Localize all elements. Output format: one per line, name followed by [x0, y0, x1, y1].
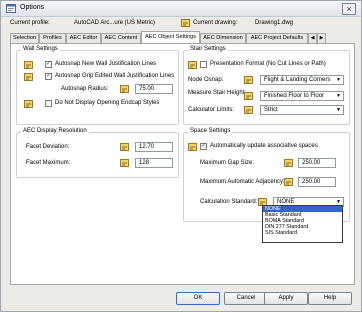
wall-settings-group: Wall Settings ✓ Autosnap New Wall Justif…: [16, 46, 179, 125]
wall-settings-title: Wall Settings: [21, 46, 60, 52]
node-osnap-select[interactable]: Flight & Landing Corners ▼: [260, 75, 344, 85]
auto-update-spaces-checkbox[interactable]: ✓: [200, 143, 207, 150]
autosnap-grip-wall-checkbox[interactable]: ✓: [45, 73, 52, 80]
facet-deviation-label: Facet Deviation:: [26, 144, 70, 150]
auto-update-spaces-label: Automatically update associative spaces: [210, 143, 318, 149]
calculation-standard-label: Calculation Standard:: [200, 199, 258, 205]
profile-property-icon: [24, 99, 33, 108]
profile-property-icon: [24, 60, 33, 69]
presentation-format-checkbox[interactable]: [200, 61, 207, 68]
drawing-property-icon: [120, 142, 129, 151]
tab-aec-content[interactable]: AEC Content: [101, 33, 141, 43]
chevron-down-icon: ▼: [336, 107, 341, 113]
max-adjacency-input[interactable]: 250.00: [298, 177, 336, 187]
dropdown-option-sis[interactable]: SIS Standard: [263, 230, 342, 236]
current-profile-value: AutoCAD Arc...ure (US Metric): [74, 20, 156, 26]
measure-stair-height-value: Finished Floor to Floor: [264, 93, 325, 99]
profile-property-icon: [188, 142, 197, 151]
measure-stair-height-select[interactable]: Finished Floor to Floor ▼: [260, 91, 344, 101]
drawing-icon: [181, 18, 190, 27]
drawing-property-icon: [284, 158, 293, 167]
drawing-property-icon: [120, 84, 129, 93]
node-osnap-value: Flight & Landing Corners: [264, 77, 331, 83]
autosnap-new-wall-label: Autosnap New Wall Justification Lines: [55, 61, 157, 67]
autosnap-new-wall-checkbox[interactable]: ✓: [45, 61, 52, 68]
autosnap-radius-label: Autosnap Radius:: [61, 86, 109, 92]
drawing-property-icon: [120, 158, 129, 167]
title-bar: Options ×: [1, 1, 361, 17]
tab-aec-object-settings[interactable]: AEC Object Settings: [141, 31, 200, 43]
current-drawing-label: Current drawing:: [193, 20, 238, 26]
tab-aec-project-defaults[interactable]: AEC Project Defaults: [246, 33, 308, 43]
profile-property-icon: [244, 105, 253, 114]
tab-selection[interactable]: Selection: [10, 33, 39, 43]
tab-profiles[interactable]: Profiles: [39, 33, 66, 43]
current-drawing-value: Drawing1.dwg: [255, 20, 294, 26]
calculation-standard-dropdown: NONE Basic Standard BOMA Standard DIN 27…: [262, 205, 343, 243]
ok-button[interactable]: OK: [176, 292, 220, 305]
stair-settings-title: Stair Settings: [188, 46, 228, 52]
calculator-limits-label: Calculator Limits:: [188, 107, 235, 113]
presentation-format-label: Presentation Format (No Cut Lines or Pat…: [210, 61, 326, 67]
chevron-down-icon: ▼: [336, 77, 341, 83]
calculator-limits-select[interactable]: Strict ▼: [260, 105, 344, 115]
node-osnap-label: Node Osnap:: [188, 77, 224, 83]
current-profile-label: Current profile:: [10, 20, 50, 26]
cancel-button[interactable]: Cancel: [224, 292, 268, 305]
profile-property-icon: [188, 60, 197, 69]
max-adjacency-label: Maximum Automatic Adjacency:: [200, 179, 285, 185]
calculator-limits-value: Strict: [264, 107, 278, 113]
tab-aec-editor[interactable]: AEC Editor: [66, 33, 101, 43]
no-endcap-checkbox[interactable]: [45, 100, 52, 107]
drawing-property-icon: [284, 177, 293, 186]
display-resolution-group: AEC Display Resolution Facet Deviation: …: [16, 128, 179, 178]
profile-property-icon: [24, 72, 33, 81]
tab-scroll-left-icon[interactable]: ◀: [308, 33, 317, 43]
tab-scroll-right-icon[interactable]: ▶: [317, 33, 326, 43]
max-gap-label: Maximum Gap Size:: [200, 160, 255, 166]
stair-settings-group: Stair Settings Presentation Format (No C…: [183, 46, 350, 125]
display-resolution-title: AEC Display Resolution: [21, 128, 89, 134]
autosnap-grip-wall-label: Autosnap Grip Edited Wall Justification …: [55, 73, 175, 79]
profile-property-icon: [244, 75, 253, 84]
window-title: Options: [20, 4, 45, 11]
apply-button[interactable]: Apply: [264, 292, 308, 305]
app-icon: [6, 4, 16, 13]
options-dialog: Options × Current profile: AutoCAD Arc..…: [0, 0, 362, 312]
facet-maximum-input[interactable]: 128: [135, 158, 173, 168]
facet-maximum-label: Facet Maximum:: [26, 160, 71, 166]
no-endcap-label: Do Not Display Opening Endcap Styles: [55, 100, 160, 106]
chevron-down-icon: ▼: [336, 93, 341, 99]
help-button[interactable]: Help: [308, 292, 352, 305]
measure-stair-height-label: Measure Stair Height:: [188, 90, 247, 96]
aec-object-settings-panel: Wall Settings ✓ Autosnap New Wall Justif…: [10, 43, 355, 285]
profile-property-icon: [244, 91, 253, 100]
max-gap-input[interactable]: 250.00: [298, 158, 336, 168]
autosnap-radius-input[interactable]: 75.00: [135, 84, 173, 94]
tab-aec-dimension[interactable]: AEC Dimension: [200, 33, 246, 43]
close-button[interactable]: ×: [342, 3, 356, 15]
space-settings-title: Space Settings: [188, 128, 233, 134]
facet-deviation-input[interactable]: 12.70: [135, 142, 173, 152]
